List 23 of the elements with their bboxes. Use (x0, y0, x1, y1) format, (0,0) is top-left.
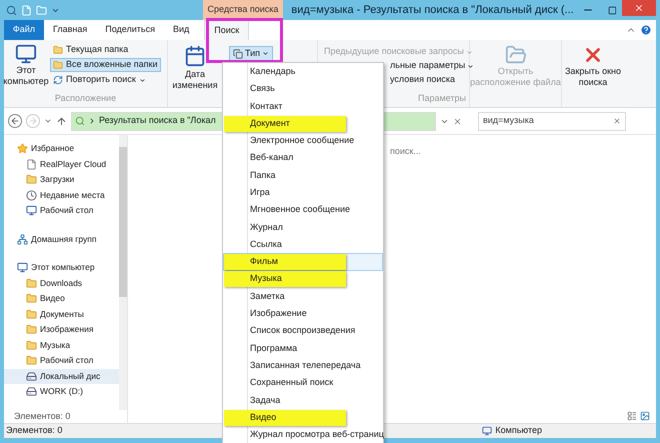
nav-label: Рабочий стол (40, 354, 94, 368)
group-label: Параметры (417, 92, 467, 105)
item-count: Элементов: 0 (13, 410, 72, 423)
nav-label: Downloads (40, 276, 82, 290)
nav-label: RealPlayer Cloud (40, 158, 106, 171)
nav-label: WORK (D:) (40, 385, 83, 398)
status-location: Компьютер (495, 424, 542, 438)
nav-label: Рабочий стол (40, 204, 94, 218)
nav-label: Недавние места (40, 188, 105, 202)
nav-label: Локальный дис (40, 370, 100, 383)
window-title: вид=музыка - Результаты поиска в "Локальный диск (... (290, 2, 574, 18)
nav-label: Этот компьютер (31, 261, 95, 274)
nav-label: Домашняя групп (31, 232, 96, 246)
status-count: Элементов: 0 (6, 424, 62, 438)
nav-label: Видео (40, 292, 65, 306)
nav-label: Музыка (40, 338, 70, 352)
nav-label: Избранное (31, 142, 74, 156)
nav-label: Изображения (40, 323, 94, 336)
group-label: Расположение (54, 92, 118, 104)
nav-label: Загрузки (40, 173, 74, 186)
nav-label: Документы (40, 308, 84, 321)
search-status: поиск... (390, 146, 421, 156)
context-tab-header: Средства поиска (202, 0, 284, 20)
